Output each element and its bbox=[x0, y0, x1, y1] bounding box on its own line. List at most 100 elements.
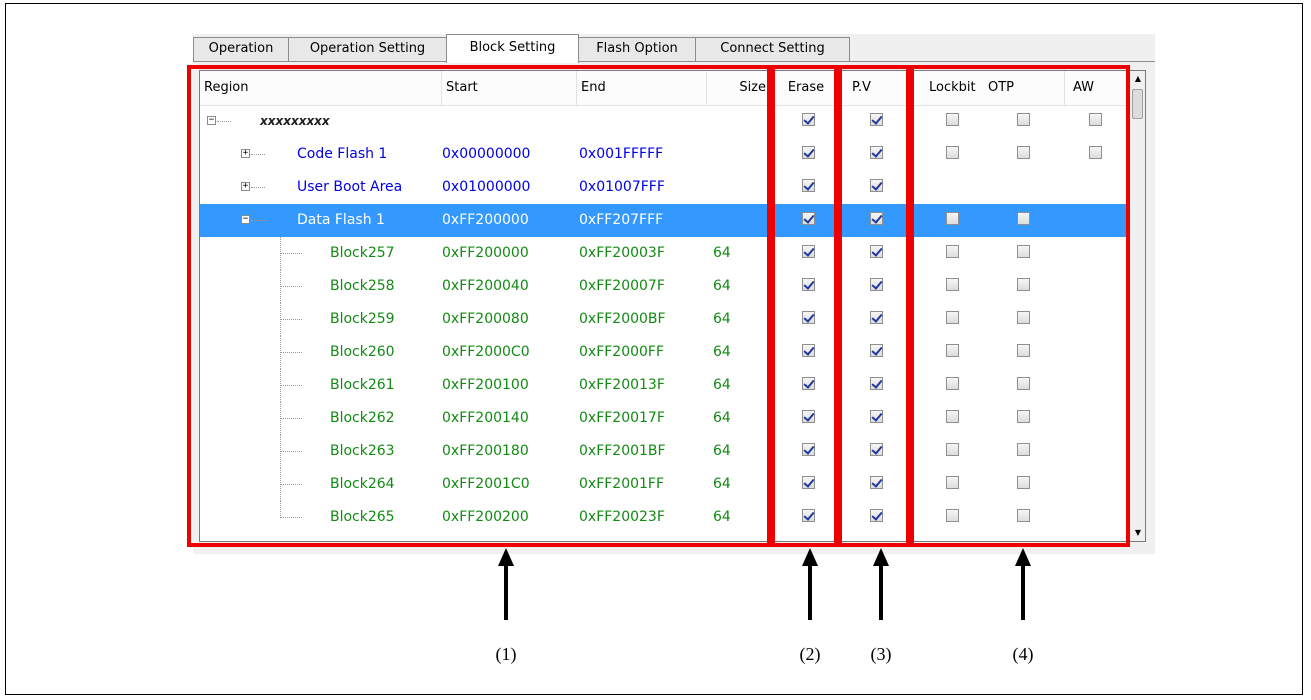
lockbit-checkbox[interactable] bbox=[946, 377, 959, 390]
otp-checkbox[interactable] bbox=[1017, 443, 1030, 456]
scrollbar-thumb[interactable] bbox=[1132, 89, 1143, 119]
start-address-cell: 0xFF200040 bbox=[442, 278, 529, 294]
otp-checkbox[interactable] bbox=[1017, 344, 1030, 357]
column-header-erase[interactable]: Erase bbox=[773, 71, 840, 105]
pv-checkbox[interactable] bbox=[870, 245, 883, 258]
pv-checkbox[interactable] bbox=[870, 509, 883, 522]
erase-checkbox[interactable] bbox=[802, 278, 815, 291]
pv-checkbox[interactable] bbox=[870, 278, 883, 291]
pv-checkbox[interactable] bbox=[870, 179, 883, 192]
otp-checkbox[interactable] bbox=[1017, 476, 1030, 489]
erase-checkbox[interactable] bbox=[802, 476, 815, 489]
end-address-cell: 0xFF20007F bbox=[579, 278, 665, 294]
lockbit-checkbox[interactable] bbox=[946, 443, 959, 456]
tab-operation[interactable]: Operation bbox=[193, 37, 289, 61]
start-address-cell: 0xFF200100 bbox=[442, 377, 529, 393]
erase-checkbox[interactable] bbox=[802, 410, 815, 423]
plus-box-icon[interactable]: + bbox=[241, 149, 250, 158]
pv-checkbox[interactable] bbox=[870, 311, 883, 324]
lockbit-checkbox[interactable] bbox=[946, 344, 959, 357]
table-row[interactable]: Block260 0xFF2000C0 0xFF2000FF 64 bbox=[200, 336, 1129, 369]
plus-box-icon[interactable]: + bbox=[241, 182, 250, 191]
pv-checkbox[interactable] bbox=[870, 410, 883, 423]
block-list-view[interactable]: Region Start End Size Erase P.V Lockbit … bbox=[199, 70, 1146, 542]
tree-line bbox=[251, 220, 265, 221]
table-row[interactable]: Block264 0xFF2001C0 0xFF2001FF 64 bbox=[200, 468, 1129, 501]
table-row[interactable]: Block262 0xFF200140 0xFF20017F 64 bbox=[200, 402, 1129, 435]
aw-checkbox[interactable] bbox=[1089, 146, 1102, 159]
minus-box-icon[interactable]: − bbox=[207, 116, 216, 125]
otp-checkbox[interactable] bbox=[1017, 311, 1030, 324]
erase-checkbox[interactable] bbox=[802, 344, 815, 357]
lockbit-checkbox[interactable] bbox=[946, 245, 959, 258]
column-header-size[interactable]: Size bbox=[707, 71, 773, 105]
tab-operation-setting[interactable]: Operation Setting bbox=[288, 37, 447, 61]
tab-flash-option[interactable]: Flash Option bbox=[578, 37, 696, 61]
pv-checkbox[interactable] bbox=[870, 443, 883, 456]
otp-checkbox[interactable] bbox=[1017, 410, 1030, 423]
tab-block-setting[interactable]: Block Setting bbox=[446, 34, 579, 63]
start-address-cell: 0xFF2001C0 bbox=[442, 476, 530, 492]
erase-checkbox[interactable] bbox=[802, 113, 815, 126]
table-row[interactable]: + User Boot Area 0x01000000 0x01007FFF bbox=[200, 171, 1129, 204]
column-header-lockbit[interactable]: Lockbit bbox=[910, 71, 988, 105]
lockbit-checkbox[interactable] bbox=[946, 509, 959, 522]
pv-checkbox[interactable] bbox=[870, 476, 883, 489]
column-header-aw[interactable]: AW bbox=[1065, 71, 1129, 105]
table-row[interactable]: − xxxxxxxxx bbox=[200, 105, 1129, 138]
lockbit-checkbox[interactable] bbox=[946, 113, 959, 126]
lockbit-checkbox[interactable] bbox=[946, 212, 959, 225]
table-row[interactable]: Block257 0xFF200000 0xFF20003F 64 bbox=[200, 237, 1129, 270]
table-row[interactable]: Block263 0xFF200180 0xFF2001BF 64 bbox=[200, 435, 1129, 468]
pv-checkbox[interactable] bbox=[870, 146, 883, 159]
table-row[interactable]: Block258 0xFF200040 0xFF20007F 64 bbox=[200, 270, 1129, 303]
table-row[interactable]: Block265 0xFF200200 0xFF20023F 64 bbox=[200, 501, 1129, 534]
lockbit-checkbox[interactable] bbox=[946, 311, 959, 324]
pv-checkbox[interactable] bbox=[870, 344, 883, 357]
column-header-start[interactable]: Start bbox=[442, 71, 577, 105]
minus-box-icon[interactable]: − bbox=[241, 215, 250, 224]
otp-checkbox[interactable] bbox=[1017, 212, 1030, 225]
column-header-end[interactable]: End bbox=[577, 71, 707, 105]
erase-checkbox[interactable] bbox=[802, 443, 815, 456]
triangle-down-icon[interactable]: ▼ bbox=[1130, 525, 1145, 541]
otp-checkbox[interactable] bbox=[1017, 509, 1030, 522]
pv-checkbox[interactable] bbox=[870, 377, 883, 390]
tab-connect-setting[interactable]: Connect Setting bbox=[695, 37, 850, 61]
erase-checkbox[interactable] bbox=[802, 245, 815, 258]
table-row[interactable]: − Data Flash 1 0xFF200000 0xFF207FFF bbox=[200, 204, 1129, 237]
triangle-up-icon[interactable]: ▲ bbox=[1130, 71, 1145, 87]
tree-line bbox=[251, 187, 265, 188]
start-address-cell: 0xFF200140 bbox=[442, 410, 529, 426]
table-row[interactable]: Block259 0xFF200080 0xFF2000BF 64 bbox=[200, 303, 1129, 336]
erase-checkbox[interactable] bbox=[802, 146, 815, 159]
table-row[interactable]: + Code Flash 1 0x00000000 0x001FFFFF bbox=[200, 138, 1129, 171]
arrow-up-icon bbox=[1015, 548, 1031, 566]
otp-checkbox[interactable] bbox=[1017, 113, 1030, 126]
erase-checkbox[interactable] bbox=[802, 377, 815, 390]
start-address-cell: 0x00000000 bbox=[442, 146, 531, 162]
erase-checkbox[interactable] bbox=[802, 311, 815, 324]
otp-checkbox[interactable] bbox=[1017, 245, 1030, 258]
pv-checkbox[interactable] bbox=[870, 113, 883, 126]
lockbit-checkbox[interactable] bbox=[946, 410, 959, 423]
lockbit-checkbox[interactable] bbox=[946, 146, 959, 159]
region-cell: Block262 bbox=[330, 410, 395, 426]
otp-checkbox[interactable] bbox=[1017, 146, 1030, 159]
erase-checkbox[interactable] bbox=[802, 212, 815, 225]
aw-checkbox[interactable] bbox=[1089, 113, 1102, 126]
erase-checkbox[interactable] bbox=[802, 509, 815, 522]
table-row[interactable]: Block261 0xFF200100 0xFF20013F 64 bbox=[200, 369, 1129, 402]
size-cell: 64 bbox=[713, 509, 731, 525]
erase-checkbox[interactable] bbox=[802, 179, 815, 192]
column-header-pv[interactable]: P.V bbox=[840, 71, 910, 105]
size-cell: 64 bbox=[713, 377, 731, 393]
lockbit-checkbox[interactable] bbox=[946, 278, 959, 291]
lockbit-checkbox[interactable] bbox=[946, 476, 959, 489]
column-header-region[interactable]: Region bbox=[200, 71, 442, 105]
pv-checkbox[interactable] bbox=[870, 212, 883, 225]
column-header-otp[interactable]: OTP bbox=[988, 71, 1065, 105]
vertical-scrollbar[interactable]: ▲ ▼ bbox=[1129, 71, 1145, 541]
otp-checkbox[interactable] bbox=[1017, 278, 1030, 291]
otp-checkbox[interactable] bbox=[1017, 377, 1030, 390]
